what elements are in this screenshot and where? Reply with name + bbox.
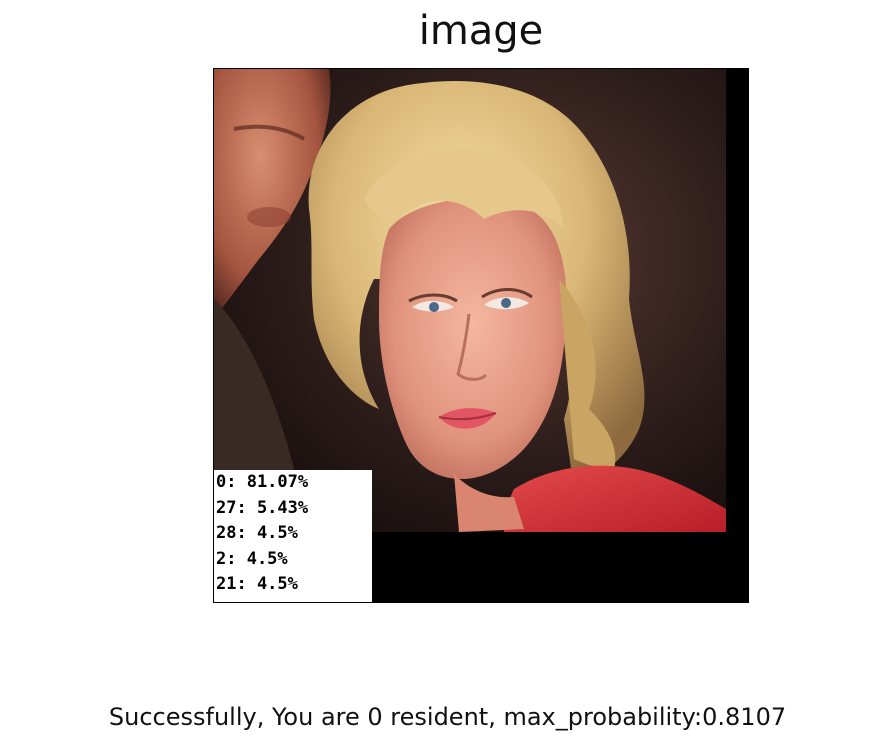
face-photo [214,69,726,532]
prediction-item: 28: 4.5% [216,523,298,544]
prediction-list: 0: 81.07% 27: 5.43% 28: 4.5% 2: 4.5% 21:… [214,470,372,602]
figure-title: image [418,8,544,54]
prediction-item: 0: 81.07% [216,472,309,492]
prediction-item: 21: 4.5% [216,574,298,595]
status-message: Successfully, You are 0 resident, max_pr… [108,703,787,731]
prediction-item: 2: 4.5% [216,548,288,569]
prediction-item: 27: 5.43% [216,497,309,518]
image-frame: 0: 81.07% 27: 5.43% 28: 4.5% 2: 4.5% 21:… [213,68,749,603]
